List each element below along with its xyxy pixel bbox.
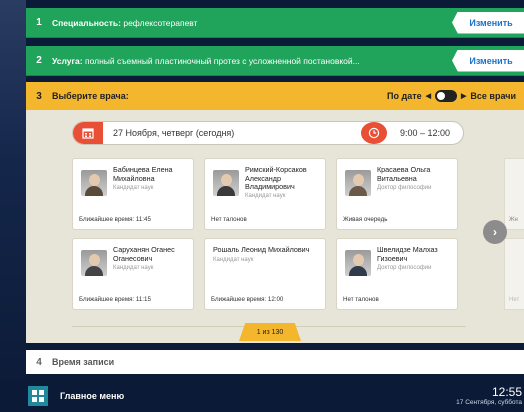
step-title: Время записи: [52, 357, 115, 367]
step-service: 2 Услуга: полный съемный пластиночный пр…: [26, 46, 524, 76]
step-label: Услуга:: [52, 55, 83, 66]
calendar-icon: [82, 128, 94, 139]
sort-by-date-label[interactable]: По дате: [387, 91, 422, 101]
step-title: Выберите врача:: [52, 91, 129, 101]
footer-bar: Главное меню 12:55 17 Сентября, суббота: [0, 380, 524, 412]
next-page-button[interactable]: ›: [483, 220, 507, 244]
doctor-availability: Ближайшее время: 11:15: [79, 296, 151, 303]
step-number: 4: [36, 356, 42, 368]
main-menu-icon[interactable]: [28, 386, 48, 406]
doctor-photo: [81, 170, 107, 196]
doctor-name: Рошаль Леонид Михайлович: [213, 245, 310, 254]
pagination-indicator: 1 из 130: [239, 323, 301, 341]
doctor-card[interactable]: Красаева Ольга Витальевна Доктор философ…: [336, 158, 458, 230]
doctor-degree: Кандидат наук: [113, 265, 154, 271]
doctor-photo: [345, 250, 371, 276]
doctor-degree: Кандидат наук: [113, 185, 154, 191]
doctor-card[interactable]: Швелидзе Малхаз Гизоевич Доктор философи…: [336, 238, 458, 310]
date-time-filter: 27 Ноября, четверг (сегодня) 9:00 – 12:0…: [72, 121, 464, 145]
step-specialty: 1 Специальность: рефлексотерапевт Измени…: [26, 8, 524, 38]
doctor-degree: Доктор философии: [377, 185, 432, 191]
doctor-availability: Живая очередь: [343, 216, 388, 223]
doctor-card[interactable]: Саруханян Оганес Оганесович Кандидат нау…: [72, 238, 194, 310]
calendar-button[interactable]: [73, 122, 103, 144]
doctor-card-partial[interactable]: Нет: [504, 238, 524, 310]
change-service-button[interactable]: Изменить: [452, 49, 524, 72]
doctor-degree: Доктор философии: [377, 265, 432, 271]
step-value: полный съемный пластиночный протез с усл…: [84, 55, 360, 66]
sort-toggle-group: По дате ◀ ▶ Все врачи: [387, 90, 524, 102]
partial-card-text: Нет: [509, 297, 520, 303]
step-summary: Услуга: полный съемный пластиночный прот…: [52, 56, 452, 66]
doctor-availability: Нет талонов: [343, 296, 379, 303]
main-menu-button[interactable]: Главное меню: [60, 391, 456, 401]
doctor-degree: Кандидат наук: [213, 257, 254, 263]
doctor-card-partial[interactable]: Жн: [504, 158, 524, 230]
step-label: Специальность:: [52, 17, 121, 28]
step-summary: Специальность: рефлексотерапевт: [52, 18, 452, 28]
arrow-left-icon: ◀: [425, 93, 432, 100]
step-value: рефлексотерапевт: [123, 17, 198, 28]
doctor-photo: [345, 170, 371, 196]
arrow-right-icon: ▶: [461, 93, 467, 100]
doctor-card[interactable]: Рошаль Леонид Михайлович Кандидат наук Б…: [204, 238, 326, 310]
clock: 12:55 17 Сентября, суббота: [456, 385, 524, 407]
all-doctors-label[interactable]: Все врачи: [470, 91, 516, 101]
step-number: 2: [36, 55, 42, 66]
partial-card-text: Жн: [509, 217, 518, 223]
doctor-card[interactable]: Римский-Корсаков Александр Владимирович …: [204, 158, 326, 230]
left-edge: [0, 0, 26, 412]
step-number: 1: [36, 17, 42, 28]
step-choose-doctor: 3 Выберите врача: По дате ◀ ▶ Все врачи: [26, 82, 524, 110]
doctor-name: Римский-Корсаков Александр Владимирович: [245, 165, 307, 191]
time-button[interactable]: [361, 122, 387, 144]
step-number: 3: [36, 90, 42, 102]
chevron-right-icon: ›: [493, 225, 497, 239]
clock-time: 12:55: [491, 385, 522, 399]
step-appointment-time[interactable]: 4 Время записи: [26, 350, 524, 374]
clock-date: 17 Сентября, суббота: [456, 399, 522, 406]
top-edge: [0, 0, 524, 8]
doctor-photo: [213, 170, 239, 196]
doctor-name: Красаева Ольга Витальевна: [377, 165, 431, 183]
doctor-availability: Ближайшее время: 12:00: [211, 296, 284, 303]
doctor-selection-area: 27 Ноября, четверг (сегодня) 9:00 – 12:0…: [26, 110, 524, 343]
selected-date[interactable]: 27 Ноября, четверг (сегодня): [103, 128, 365, 138]
sort-toggle[interactable]: [435, 90, 458, 102]
doctor-card[interactable]: Бабинцева Елена Михайловна Кандидат наук…: [72, 158, 194, 230]
doctor-name: Саруханян Оганес Оганесович: [113, 245, 175, 263]
doctor-photo: [81, 250, 107, 276]
doctor-degree: Кандидат наук: [245, 193, 286, 199]
doctor-availability: Ближайшее время: 11:45: [79, 216, 151, 223]
doctor-name: Бабинцева Елена Михайловна: [113, 165, 173, 183]
clock-icon: [368, 127, 380, 139]
change-specialty-button[interactable]: Изменить: [452, 11, 524, 34]
doctor-name: Швелидзе Малхаз Гизоевич: [377, 245, 438, 263]
selected-time-range[interactable]: 9:00 – 12:00: [387, 128, 463, 138]
doctor-availability: Нет талонов: [211, 216, 247, 223]
